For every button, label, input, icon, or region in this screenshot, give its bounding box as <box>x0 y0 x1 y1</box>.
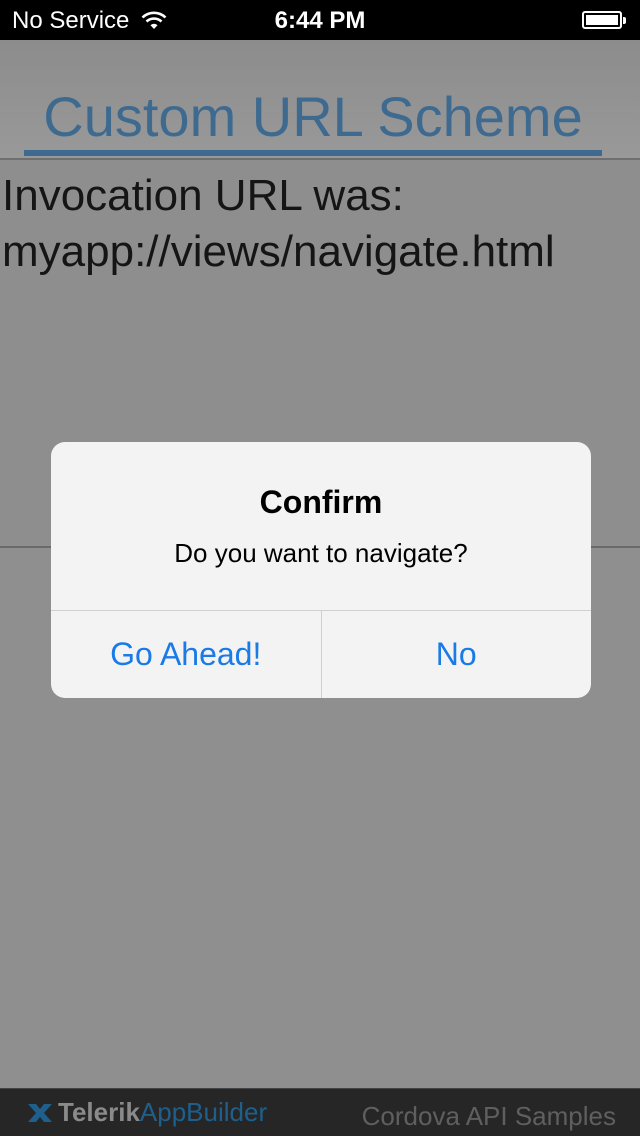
dialog-message: Do you want to navigate? <box>174 538 468 568</box>
invocation-url: myapp://views/navigate.html <box>2 227 555 276</box>
page-title: Custom URL Scheme <box>24 84 602 156</box>
header: Custom URL Scheme <box>0 40 640 160</box>
dialog-button-row: Go Ahead! No <box>51 610 591 698</box>
telerik-logo-icon <box>28 1103 52 1122</box>
brand-telerik: Telerik <box>58 1097 140 1127</box>
invocation-label: Invocation URL was: <box>2 171 404 220</box>
telerik-appbuilder-logo: Telerik AppBuilder <box>26 1097 267 1128</box>
go-ahead-button[interactable]: Go Ahead! <box>51 611 321 698</box>
clock: 6:44 PM <box>274 7 366 34</box>
footer-bar: Telerik AppBuilder Cordova API Samples <box>0 1088 640 1136</box>
no-button[interactable]: No <box>320 611 592 698</box>
confirm-dialog: Confirm Do you want to navigate? Go Ahea… <box>51 442 591 698</box>
footer-title: Cordova API Samples <box>361 1101 616 1131</box>
brand-appbuilder: AppBuilder <box>139 1097 268 1127</box>
battery-icon <box>582 11 626 29</box>
invocation-text: Invocation URL was: myapp://views/naviga… <box>2 168 555 280</box>
dialog-title: Confirm <box>259 484 383 520</box>
status-bar: No Service 6:44 PM <box>0 0 640 40</box>
